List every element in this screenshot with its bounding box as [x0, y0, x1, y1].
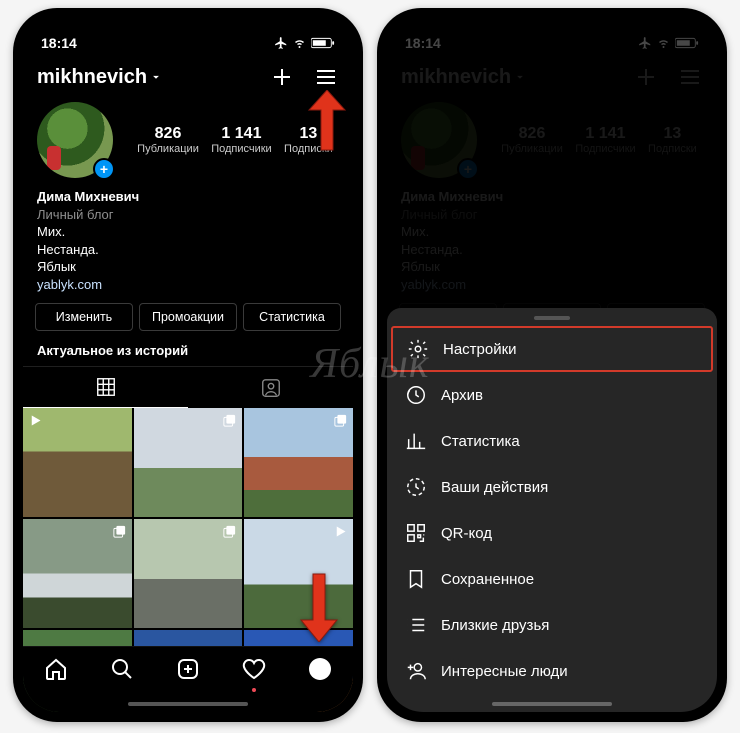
- tagged-icon: [260, 377, 282, 399]
- archive-icon: [405, 384, 427, 406]
- battery-icon: [311, 37, 335, 49]
- create-button[interactable]: [269, 64, 295, 90]
- annotation-arrow: [287, 90, 347, 170]
- grid-icon: [95, 376, 117, 398]
- bottom-nav: [23, 646, 353, 712]
- chevron-down-icon: [149, 70, 163, 84]
- phone-left: 18:14 mikhnevich: [13, 8, 363, 722]
- menu-label: Сохраненное: [441, 571, 534, 588]
- chart-icon: [405, 430, 427, 452]
- bookmark-icon: [405, 568, 427, 590]
- bio-category: Личный блог: [37, 206, 339, 224]
- promotions-button[interactable]: Промоакции: [139, 303, 237, 331]
- hamburger-icon: [314, 65, 338, 89]
- menu-button[interactable]: [313, 64, 339, 90]
- profile-tabs: [23, 366, 353, 408]
- menu-label: Интересные люди: [441, 663, 568, 680]
- bio-line: Нестанда.: [37, 241, 339, 259]
- insights-button[interactable]: Статистика: [243, 303, 341, 331]
- edit-profile-button[interactable]: Изменить: [35, 303, 133, 331]
- bio-name: Дима Михневич: [37, 188, 339, 206]
- qr-icon: [405, 522, 427, 544]
- video-icon: [333, 524, 348, 539]
- carousel-icon: [112, 524, 127, 539]
- stat-followers[interactable]: 1 141 Подписчики: [211, 125, 272, 155]
- menu-label: QR-код: [441, 525, 492, 542]
- bio-line: Мих.: [37, 223, 339, 241]
- carousel-icon: [222, 524, 237, 539]
- notification-dot: [252, 688, 256, 692]
- add-story-icon[interactable]: +: [93, 158, 115, 180]
- username-text: mikhnevich: [37, 66, 147, 89]
- post-tile[interactable]: [134, 519, 243, 628]
- post-tile[interactable]: [23, 408, 132, 517]
- nav-create[interactable]: [176, 657, 200, 686]
- carousel-icon: [222, 413, 237, 428]
- plus-icon: [270, 65, 294, 89]
- menu-item-close-friends[interactable]: Близкие друзья: [387, 602, 717, 648]
- menu-item-archive[interactable]: Архив: [387, 372, 717, 418]
- airplane-icon: [274, 36, 288, 50]
- phone-right: 18:14 mikhnevich: [377, 8, 727, 722]
- notch: [472, 18, 632, 42]
- bio: Дима Михневич Личный блог Мих. Нестанда.…: [23, 180, 353, 303]
- sheet-grab-handle[interactable]: [534, 316, 570, 320]
- menu-item-activity[interactable]: Ваши действия: [387, 464, 717, 510]
- plus-square-icon: [176, 657, 200, 681]
- menu-item-insights[interactable]: Статистика: [387, 418, 717, 464]
- tab-tagged[interactable]: [188, 367, 353, 408]
- video-icon: [28, 413, 43, 428]
- home-icon: [44, 657, 68, 681]
- nav-activity[interactable]: [242, 657, 266, 686]
- highlights-title[interactable]: Актуальное из историй: [23, 341, 353, 366]
- avatar[interactable]: +: [37, 102, 113, 178]
- nav-home[interactable]: [44, 657, 68, 686]
- status-icons: [274, 36, 335, 50]
- menu-label: Статистика: [441, 433, 520, 450]
- search-icon: [110, 657, 134, 681]
- menu-item-saved[interactable]: Сохраненное: [387, 556, 717, 602]
- bio-line: Яблык: [37, 258, 339, 276]
- add-person-icon: [405, 660, 427, 682]
- username-dropdown[interactable]: mikhnevich: [37, 66, 163, 89]
- menu-label: Близкие друзья: [441, 617, 549, 634]
- gear-icon: [407, 338, 429, 360]
- menu-label: Настройки: [443, 341, 517, 358]
- bio-link[interactable]: yablyk.com: [37, 276, 339, 294]
- carousel-icon: [333, 413, 348, 428]
- post-tile[interactable]: [134, 408, 243, 517]
- nav-search[interactable]: [110, 657, 134, 686]
- menu-item-discover[interactable]: Интересные люди: [387, 648, 717, 694]
- notch: [108, 18, 268, 42]
- home-indicator: [492, 702, 612, 706]
- stat-posts[interactable]: 826 Публикации: [137, 125, 199, 155]
- wifi-icon: [292, 37, 307, 49]
- activity-icon: [405, 476, 427, 498]
- menu-label: Архив: [441, 387, 483, 404]
- menu-item-settings[interactable]: Настройки: [391, 326, 713, 372]
- menu-label: Ваши действия: [441, 479, 548, 496]
- status-time: 18:14: [41, 35, 77, 51]
- list-icon: [405, 614, 427, 636]
- nav-profile[interactable]: [308, 657, 332, 686]
- post-tile[interactable]: [244, 408, 353, 517]
- menu-item-qr[interactable]: QR-код: [387, 510, 717, 556]
- heart-icon: [242, 657, 266, 681]
- home-indicator: [128, 702, 248, 706]
- menu-sheet: Настройки Архив Статистика Ваши действия…: [387, 308, 717, 712]
- profile-icon: [308, 657, 332, 681]
- post-tile[interactable]: [23, 519, 132, 628]
- tab-grid[interactable]: [23, 367, 188, 408]
- annotation-arrow: [279, 562, 339, 642]
